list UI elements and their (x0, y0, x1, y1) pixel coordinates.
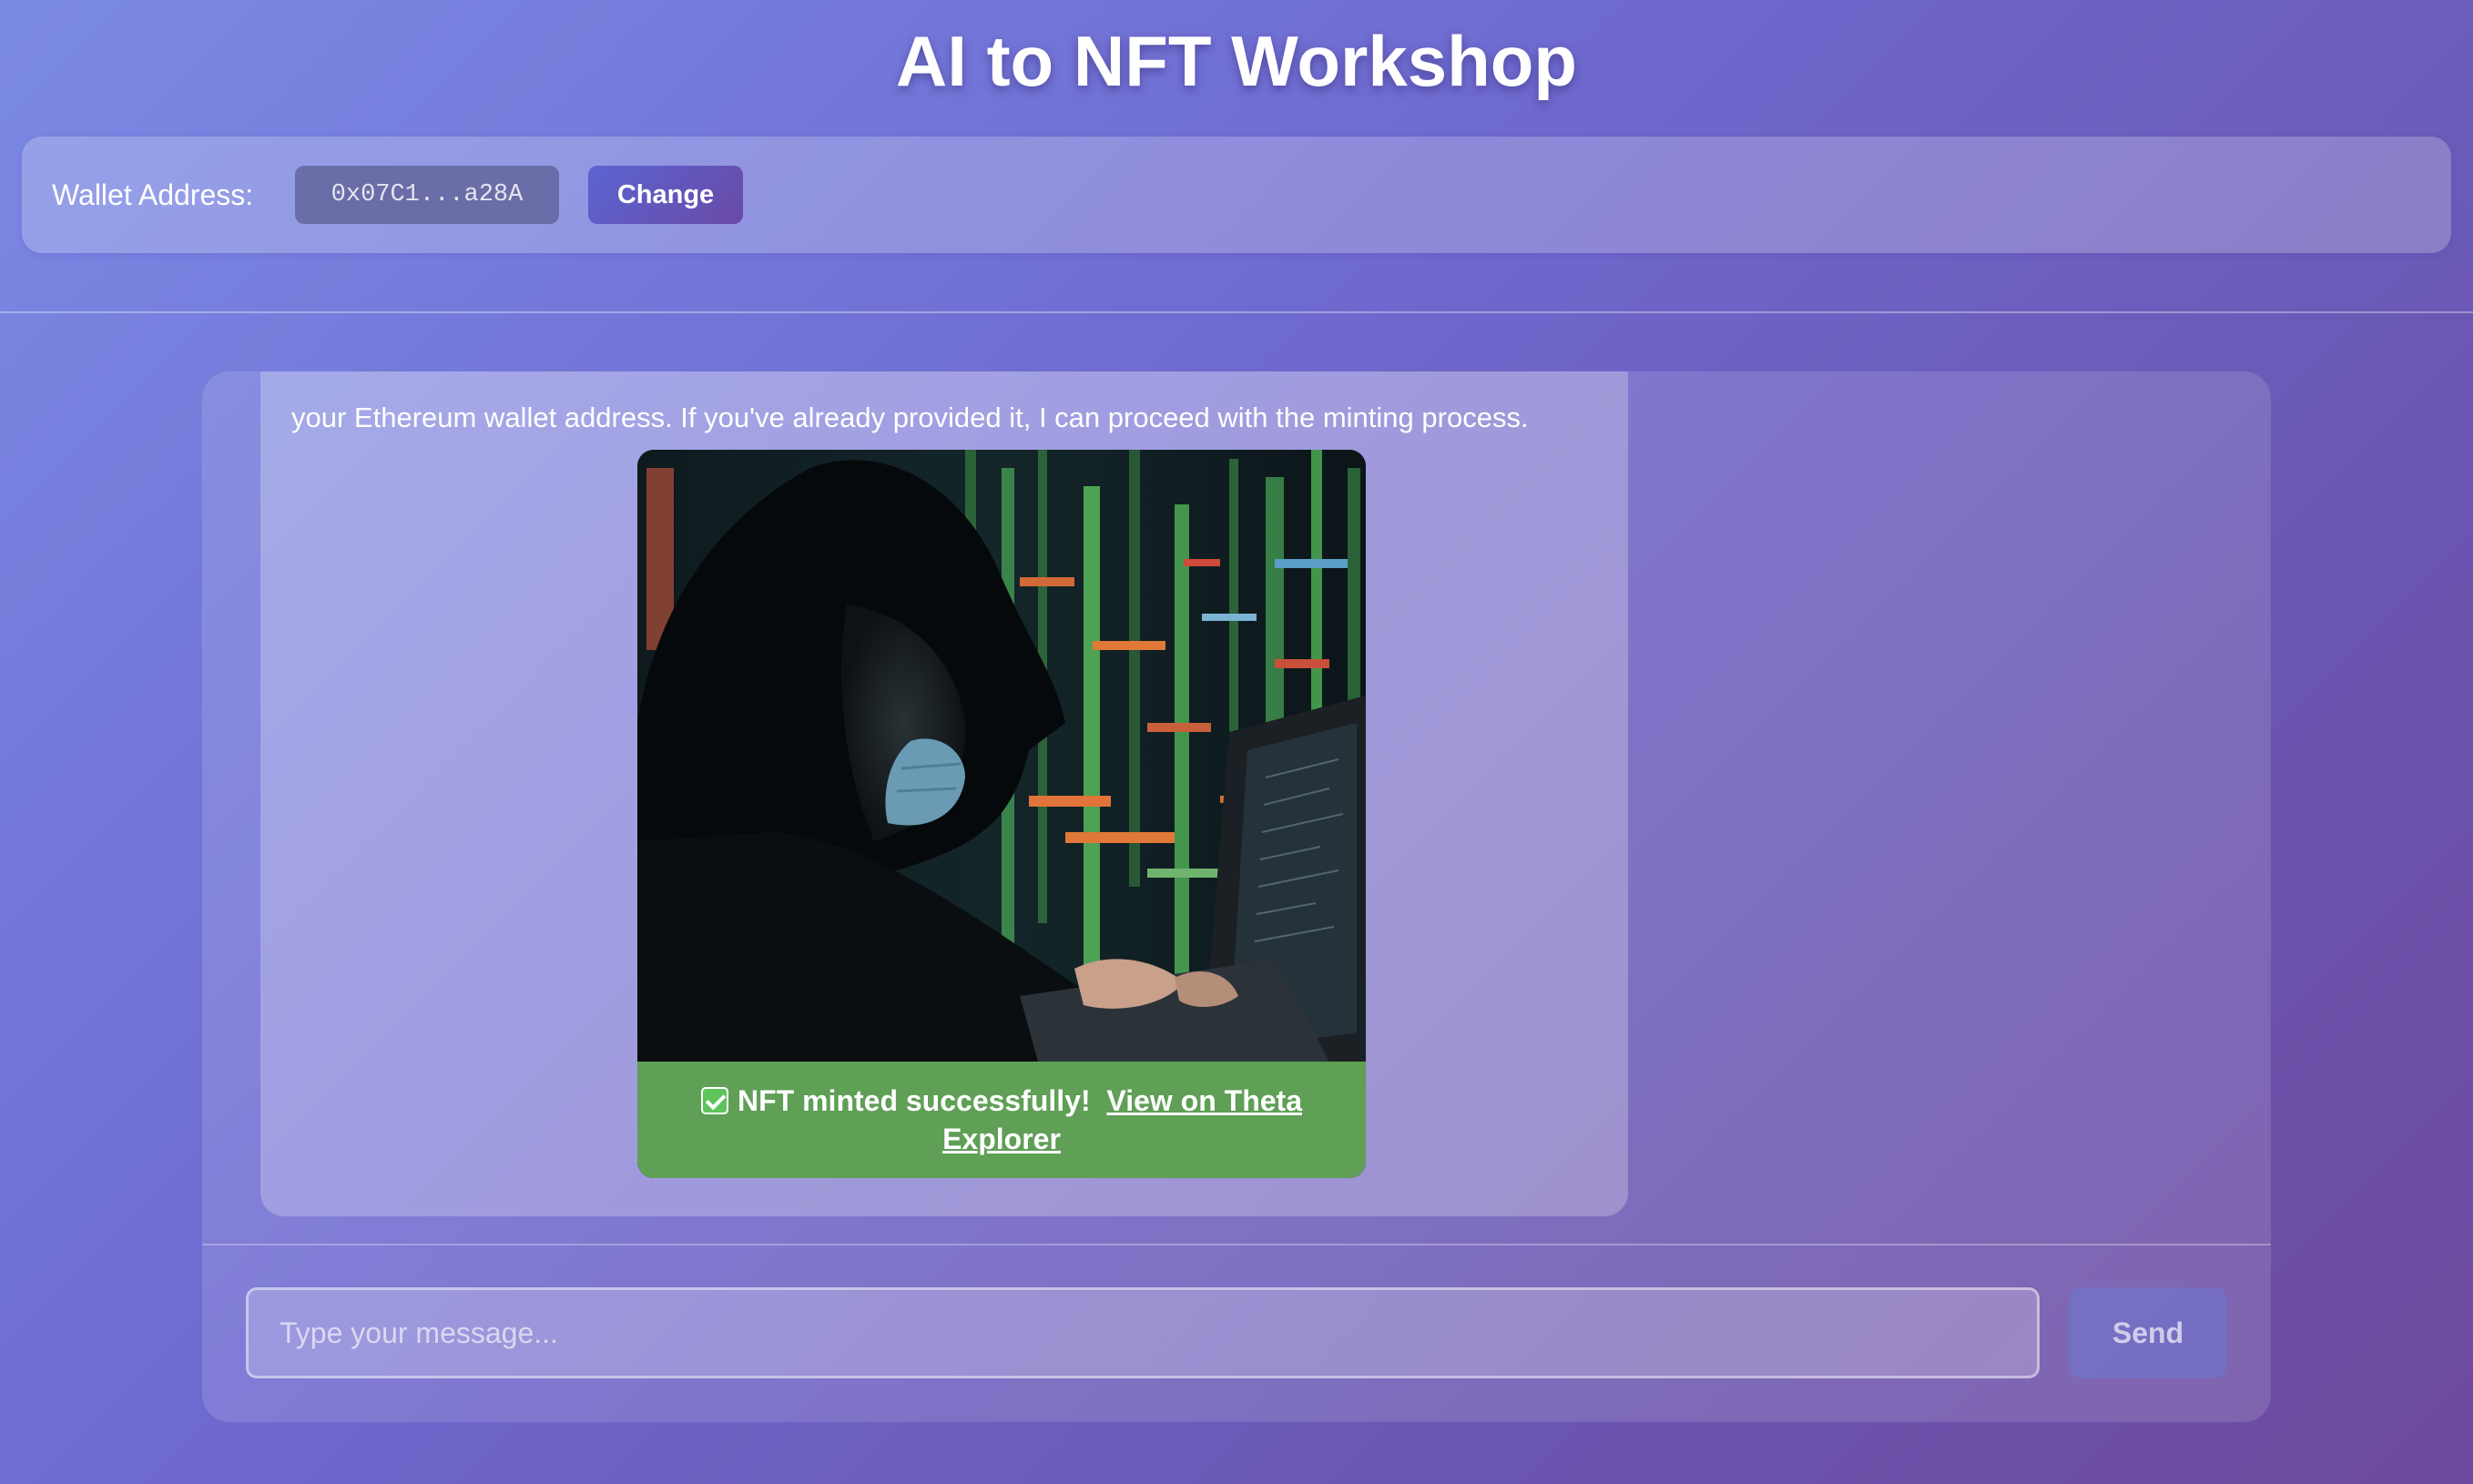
chat-panel: your Ethereum wallet address. If you've … (202, 371, 2271, 1422)
nft-card: NFT minted successfully! View on Theta E… (637, 450, 1366, 1178)
bot-message: your Ethereum wallet address. If you've … (260, 371, 1628, 1216)
app-header: AI to NFT Workshop Wallet Address: 0x07C… (0, 0, 2473, 313)
nft-mint-status: NFT minted successfully! View on Theta E… (637, 1062, 1366, 1178)
wallet-address-label: Wallet Address: (52, 178, 254, 211)
bot-message-text: your Ethereum wallet address. If you've … (291, 401, 1529, 433)
input-divider (202, 1244, 2271, 1245)
nft-image (637, 450, 1366, 1062)
page-title: AI to NFT Workshop (895, 21, 1578, 101)
check-mark-icon (701, 1087, 728, 1114)
message-list[interactable]: your Ethereum wallet address. If you've … (202, 371, 2271, 1244)
message-input[interactable] (246, 1287, 2040, 1378)
change-wallet-button[interactable]: Change (588, 166, 743, 224)
wallet-address-value: 0x07C1...a28A (295, 166, 559, 224)
wallet-bar: Wallet Address: 0x07C1...a28A Change (22, 137, 2451, 253)
nft-status-text: NFT minted successfully! (738, 1084, 1091, 1117)
send-button[interactable]: Send (2069, 1287, 2227, 1378)
